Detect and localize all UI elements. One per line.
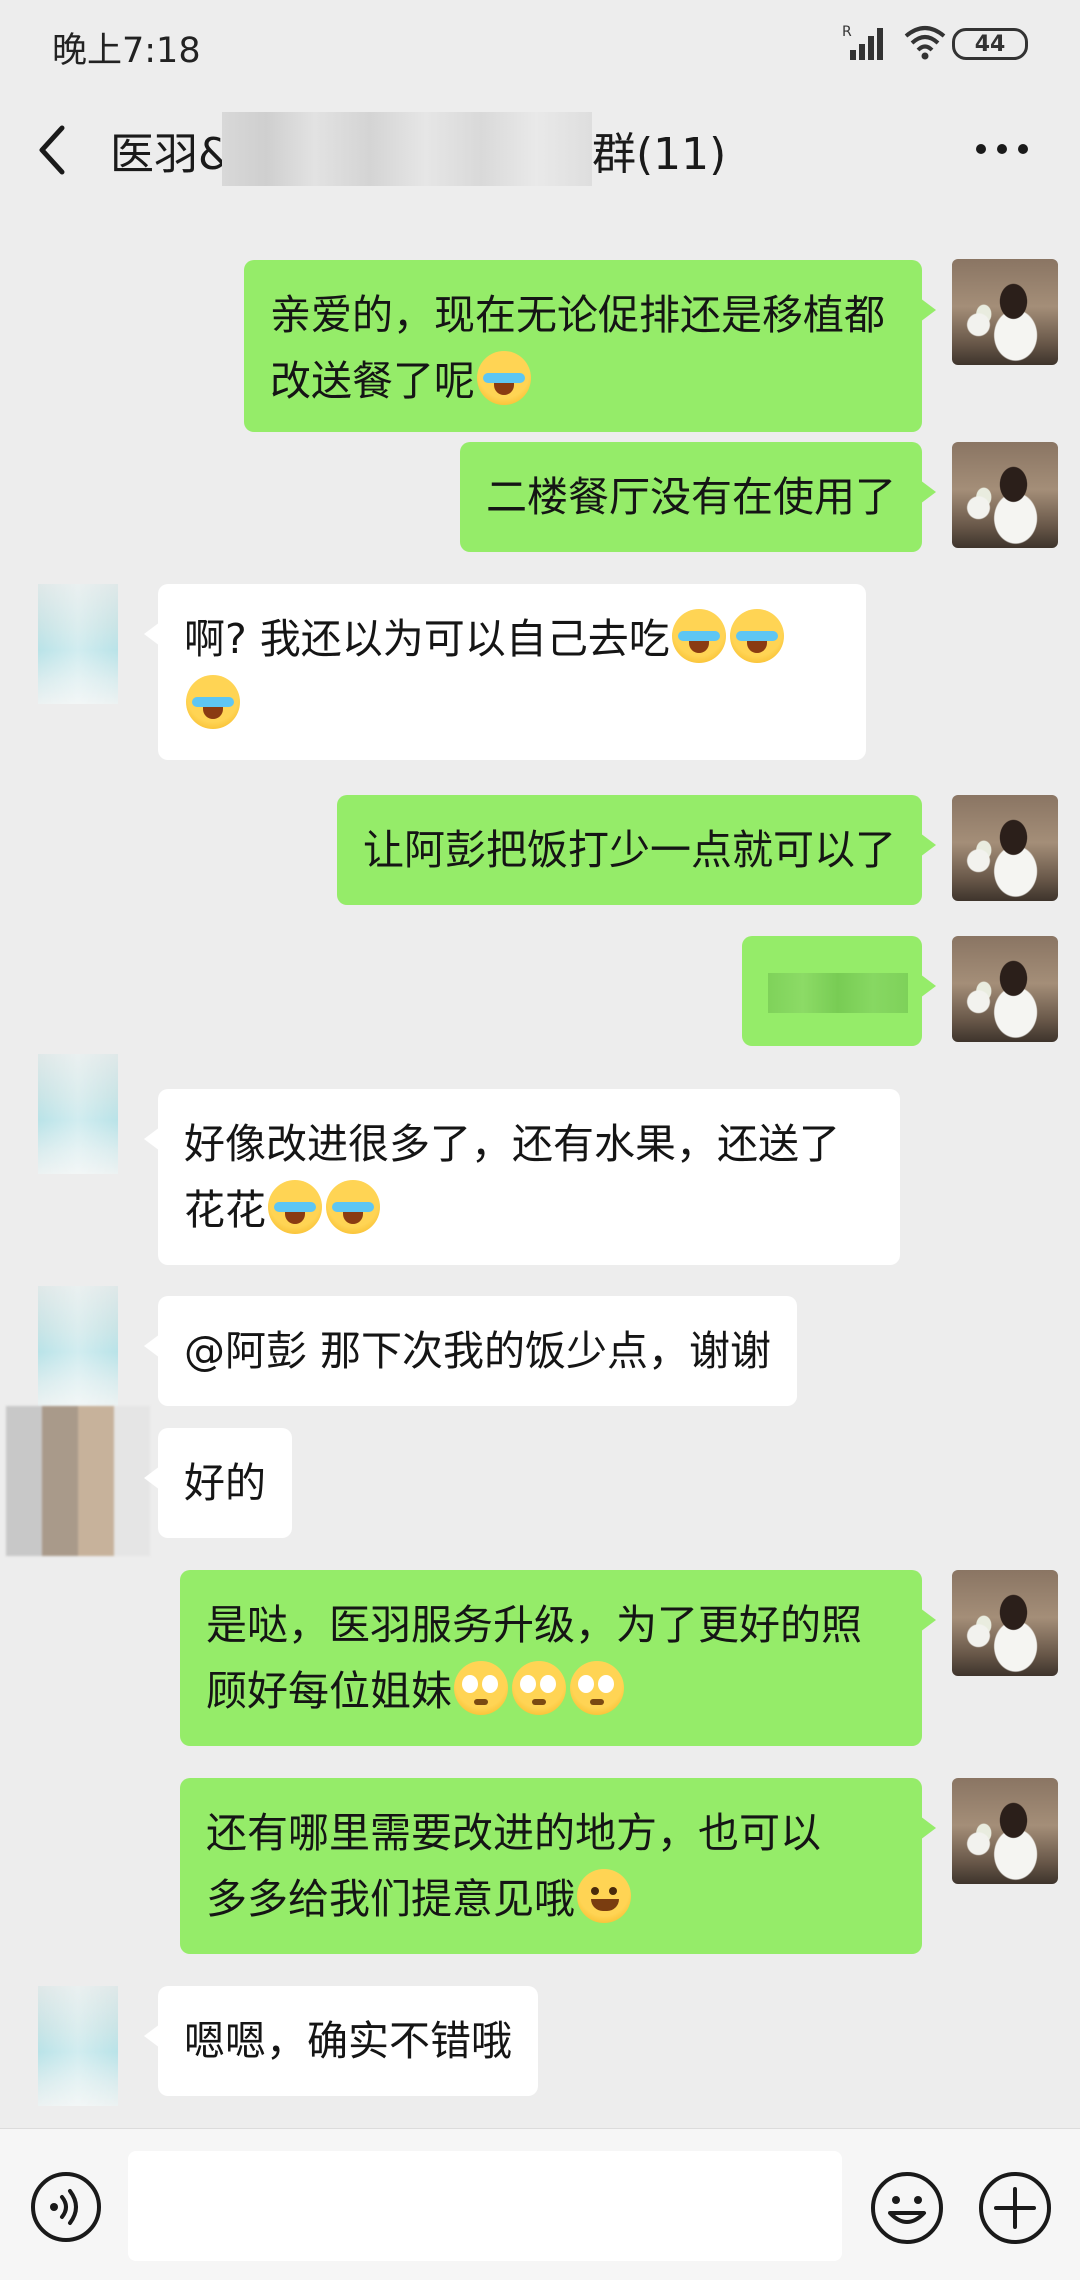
- hugging-emoji-icon: [577, 1869, 631, 1923]
- avatar[interactable]: [952, 936, 1058, 1042]
- avatar[interactable]: [38, 584, 118, 704]
- message-text: @阿彭 那下次我的饭少点，谢谢: [184, 1327, 772, 1375]
- message-bubble[interactable]: 让阿彭把饭打少一点就可以了: [337, 795, 936, 905]
- message-text: 嗯嗯，确实不错哦: [184, 2017, 512, 2065]
- message-bubble[interactable]: 嗯嗯，确实不错哦: [144, 1986, 538, 2096]
- chat-title-prefix: 医羽&: [110, 129, 233, 180]
- message-text: 顾好每位姐妹: [206, 1667, 452, 1715]
- message-row: @阿彭 那下次我的饭少点，谢谢: [0, 1286, 1080, 1406]
- avatar[interactable]: [952, 442, 1058, 548]
- avatar[interactable]: [38, 1986, 118, 2106]
- message-bubble[interactable]: 是哒，医羽服务升级，为了更好的照 顾好每位姐妹: [180, 1570, 936, 1746]
- message-bubble[interactable]: 好的: [144, 1428, 292, 1538]
- message-text: 还有哪里需要改进的地方，也可以: [206, 1809, 821, 1857]
- input-bar: [0, 2128, 1080, 2280]
- more-icon[interactable]: [974, 142, 1030, 156]
- avatar[interactable]: [952, 795, 1058, 901]
- chat-area[interactable]: 亲爱的，现在无论促排还是移植都 改送餐了呢 二楼餐厅没有在使用了 啊? 我还以为…: [0, 210, 1080, 2128]
- message-row: 是哒，医羽服务升级，为了更好的照 顾好每位姐妹: [0, 1570, 1080, 1750]
- message-text: 好像改进很多了，还有水果，还送了: [184, 1120, 840, 1168]
- voice-icon[interactable]: [30, 2171, 102, 2243]
- loudly-crying-emoji-icon: [729, 609, 784, 663]
- emoji-icon[interactable]: [870, 2171, 944, 2245]
- message-text: 啊? 我还以为可以自己去吃: [184, 615, 670, 663]
- redacted-content: [768, 973, 908, 1013]
- message-row: 好的: [0, 1406, 1080, 1556]
- message-bubble[interactable]: 啊? 我还以为可以自己去吃: [144, 584, 866, 760]
- loudly-crying-emoji-icon: [326, 1180, 380, 1234]
- svg-text:R: R: [842, 24, 852, 40]
- pleading-emoji-icon: [454, 1661, 508, 1715]
- message-text: 二楼餐厅没有在使用了: [486, 473, 896, 521]
- message-row: 二楼餐厅没有在使用了: [0, 442, 1080, 552]
- message-text: 亲爱的，现在无论促排还是移植都: [270, 291, 885, 339]
- pleading-emoji-icon: [570, 1661, 624, 1715]
- wifi-icon: [904, 26, 946, 60]
- message-row: 还有哪里需要改进的地方，也可以 多多给我们提意见哦: [0, 1778, 1080, 1958]
- loudly-crying-emoji-icon: [268, 1180, 322, 1234]
- avatar[interactable]: [952, 1570, 1058, 1676]
- loudly-crying-emoji-icon: [671, 609, 726, 663]
- avatar[interactable]: [952, 1778, 1058, 1884]
- message-text: 是哒，医羽服务升级，为了更好的照: [206, 1601, 862, 1649]
- redacted-title: [222, 112, 592, 186]
- title-bar: 医羽& 群(11): [0, 90, 1080, 210]
- message-row: 亲爱的，现在无论促排还是移植都 改送餐了呢: [0, 235, 1080, 432]
- message-bubble[interactable]: 还有哪里需要改进的地方，也可以 多多给我们提意见哦: [180, 1778, 936, 1954]
- avatar[interactable]: [6, 1406, 150, 1556]
- avatar[interactable]: [38, 1054, 118, 1174]
- message-row: 啊? 我还以为可以自己去吃: [0, 584, 1080, 764]
- status-time: 晚上7:18: [52, 31, 201, 71]
- message-bubble[interactable]: 好像改进很多了，还有水果，还送了 花花: [144, 1089, 900, 1265]
- message-text: 花花: [184, 1186, 266, 1234]
- message-bubble[interactable]: [742, 936, 936, 1046]
- battery-icon: 44: [952, 28, 1028, 60]
- message-text: 多多给我们提意见哦: [206, 1875, 575, 1923]
- loudly-crying-emoji-icon: [186, 675, 240, 729]
- message-bubble[interactable]: 二楼餐厅没有在使用了: [460, 442, 936, 552]
- signal-icon: R: [842, 24, 883, 60]
- tears-of-joy-emoji-icon: [477, 351, 531, 405]
- back-arrow-icon[interactable]: [34, 122, 74, 178]
- message-bubble[interactable]: @阿彭 那下次我的饭少点，谢谢: [143, 1296, 798, 1406]
- chat-title-suffix: 群(11): [592, 129, 727, 180]
- message-text: 让阿彭把饭打少一点就可以了: [363, 826, 896, 874]
- pleading-emoji-icon: [512, 1661, 566, 1715]
- message-row: 嗯嗯，确实不错哦: [0, 1986, 1080, 2116]
- avatar[interactable]: [952, 259, 1058, 365]
- message-input[interactable]: [128, 2151, 842, 2261]
- status-bar: 晚上7:18 R 44: [0, 0, 1080, 90]
- plus-icon[interactable]: [978, 2171, 1052, 2245]
- message-row: [0, 936, 1080, 1046]
- message-bubble[interactable]: 亲爱的，现在无论促排还是移植都 改送餐了呢: [244, 260, 936, 432]
- message-row: 好像改进很多了，还有水果，还送了 花花: [0, 1054, 1080, 1265]
- message-row: 让阿彭把饭打少一点就可以了: [0, 795, 1080, 905]
- message-text: 好的: [184, 1459, 266, 1507]
- avatar[interactable]: [38, 1286, 118, 1406]
- message-text: 改送餐了呢: [270, 357, 475, 405]
